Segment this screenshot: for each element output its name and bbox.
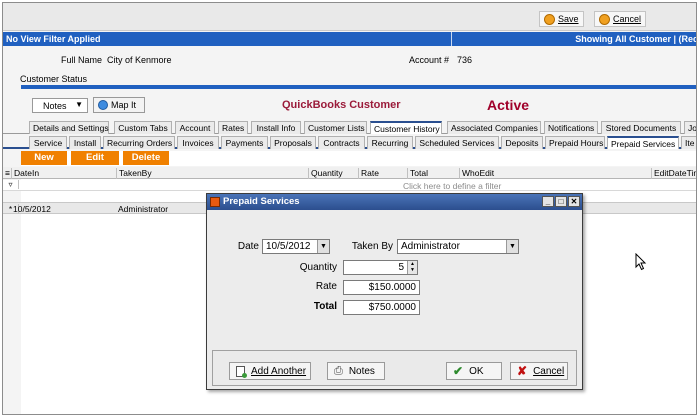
- tab-account[interactable]: Account: [175, 121, 215, 134]
- new-button[interactable]: New: [21, 151, 67, 165]
- tab-invoices[interactable]: Invoices: [177, 136, 219, 149]
- chevron-down-icon[interactable]: ▼: [317, 240, 329, 253]
- tab-notifications[interactable]: Notifications: [544, 121, 598, 134]
- rate-label: Rate: [315, 281, 337, 292]
- tabs-row-secondary: Service Install Recurring Orders Invoice…: [3, 135, 696, 149]
- column-rate[interactable]: Rate: [358, 168, 407, 179]
- main-window: Save Cancel No View Filter Applied Showi…: [2, 2, 697, 415]
- notes-button[interactable]: ⎙ Notes: [327, 362, 385, 380]
- notes-select[interactable]: Notes ▼: [32, 98, 88, 113]
- paperclip-icon: ⎙: [334, 364, 343, 377]
- save-icon: [544, 13, 555, 25]
- quickbooks-customer-label: QuickBooks Customer: [282, 99, 401, 111]
- tab-service[interactable]: Service: [29, 136, 67, 149]
- date-label: Date: [237, 241, 259, 252]
- add-another-button[interactable]: Add Another: [229, 362, 311, 380]
- spinner-arrows-icon[interactable]: ▲ ▼: [407, 261, 417, 274]
- account-label: Account #: [409, 55, 450, 65]
- tabs-row-primary: Details and Settings Custom Tabs Account…: [3, 120, 696, 134]
- tab-install-info[interactable]: Install Info: [251, 121, 301, 134]
- add-document-icon: [236, 365, 247, 378]
- taken-by-select[interactable]: Administrator ▼: [397, 239, 519, 254]
- tab-stored-documents[interactable]: Stored Documents: [601, 121, 681, 134]
- tab-recurring-orders[interactable]: Recurring Orders: [103, 136, 175, 149]
- filter-divider: [451, 32, 452, 46]
- customer-status-label: Customer Status: [20, 74, 88, 84]
- minimize-icon[interactable]: _: [542, 196, 554, 207]
- customer-status-strip: [21, 85, 696, 89]
- tab-install[interactable]: Install: [69, 136, 101, 149]
- tab-deposits[interactable]: Deposits: [501, 136, 543, 149]
- column-datein[interactable]: DateIn: [11, 168, 116, 179]
- cancel-icon: [599, 13, 610, 25]
- filter-status: No View Filter Applied: [6, 34, 101, 44]
- save-button[interactable]: Save: [539, 11, 584, 27]
- dialog-cancel-button[interactable]: ✘ Cancel: [510, 362, 568, 380]
- quantity-stepper[interactable]: 5 ▲ ▼: [343, 260, 418, 275]
- tab-jo[interactable]: Jo: [684, 121, 696, 134]
- tab-details-and-settings[interactable]: Details and Settings: [29, 121, 109, 134]
- tab-payments[interactable]: Payments: [221, 136, 268, 149]
- tab-proposals[interactable]: Proposals: [270, 136, 316, 149]
- tab-scheduled-services[interactable]: Scheduled Services: [415, 136, 499, 149]
- total-field: $750.0000: [343, 300, 420, 315]
- action-bar: New Edit Delete: [21, 151, 696, 166]
- ok-button[interactable]: ✔ OK: [446, 362, 502, 380]
- tab-prepaid-hours[interactable]: Prepaid Hours: [545, 136, 605, 149]
- tab-customer-history[interactable]: Customer History: [370, 121, 442, 134]
- dialog-button-panel: Add Another ⎙ Notes ✔ OK ✘ Cancel: [212, 350, 577, 386]
- rate-field[interactable]: $150.0000: [343, 280, 420, 295]
- tab-associated-companies[interactable]: Associated Companies: [447, 121, 541, 134]
- column-takenby[interactable]: TakenBy: [116, 168, 308, 179]
- tab-ite[interactable]: Ite: [681, 136, 696, 149]
- globe-icon: [98, 100, 108, 110]
- column-quantity[interactable]: Quantity: [308, 168, 358, 179]
- x-icon: ✘: [517, 364, 528, 378]
- column-total[interactable]: Total: [407, 168, 459, 179]
- full-name-value: City of Kenmore: [107, 55, 172, 65]
- row-takenby: Administrator: [118, 204, 169, 214]
- column-editdatetime[interactable]: EditDateTim: [651, 168, 696, 179]
- tab-rates[interactable]: Rates: [218, 121, 248, 134]
- tab-contracts[interactable]: Contracts: [318, 136, 365, 149]
- column-whoedit[interactable]: WhoEdit: [459, 168, 651, 179]
- record-count: Showing All Customer | (Rec: [575, 34, 697, 44]
- close-icon[interactable]: ✕: [568, 196, 580, 207]
- row-datein: 10/5/2012: [13, 204, 51, 214]
- customer-active-label: Active: [487, 97, 530, 113]
- grid-filter-row[interactable]: ▿ Click here to define a filter: [3, 180, 696, 191]
- edit-button[interactable]: Edit: [71, 151, 119, 165]
- app-icon: [210, 197, 220, 207]
- filter-icon: ▿: [3, 180, 19, 189]
- account-value: 736: [457, 55, 473, 65]
- total-label: Total: [313, 301, 337, 312]
- tab-prepaid-services[interactable]: Prepaid Services: [607, 136, 679, 149]
- chevron-down-icon: ▼: [75, 100, 83, 109]
- delete-button[interactable]: Delete: [123, 151, 169, 165]
- top-toolbar: Save Cancel: [3, 3, 696, 31]
- dialog-title-bar[interactable]: Prepaid Services _ □ ✕: [207, 194, 582, 210]
- map-it-button[interactable]: Map It: [93, 97, 145, 113]
- filter-bar: No View Filter Applied Showing All Custo…: [3, 32, 697, 46]
- filter-hint: Click here to define a filter: [403, 181, 502, 191]
- date-picker[interactable]: 10/5/2012 ▼: [262, 239, 330, 254]
- prepaid-services-dialog: Prepaid Services _ □ ✕ Date 10/5/2012 ▼ …: [206, 193, 583, 390]
- tab-custom-tabs[interactable]: Custom Tabs: [114, 121, 172, 134]
- dialog-title: Prepaid Services: [223, 196, 300, 207]
- grid-header: ≡ DateIn TakenBy Quantity Rate Total Who…: [3, 167, 696, 179]
- tab-recurring[interactable]: Recurring: [367, 136, 413, 149]
- full-name-label: Full Name: [61, 55, 103, 65]
- cancel-button[interactable]: Cancel: [594, 11, 647, 27]
- mouse-pointer-icon: [635, 253, 647, 271]
- quantity-label: Quantity: [299, 262, 337, 273]
- maximize-icon[interactable]: □: [555, 196, 567, 207]
- tab-customer-lists[interactable]: Customer Lists: [304, 121, 367, 134]
- taken-by-label: Taken By: [351, 241, 393, 252]
- chevron-down-icon[interactable]: ▼: [506, 240, 518, 253]
- checkmark-icon: ✔: [453, 364, 464, 378]
